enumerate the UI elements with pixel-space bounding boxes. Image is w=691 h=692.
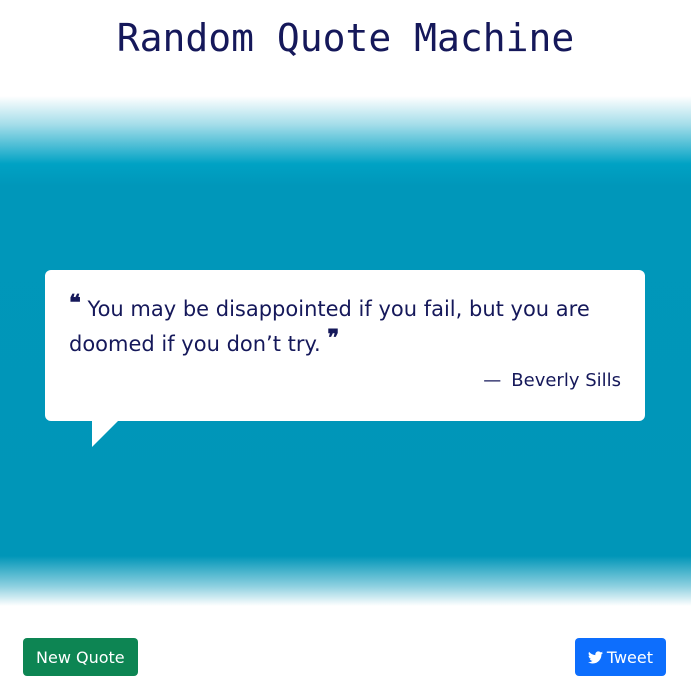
quote-text-block: ❝ You may be disappointed if you fail, b…: [69, 292, 621, 362]
twitter-icon: [587, 650, 603, 663]
author-name: Beverly Sills: [511, 370, 621, 391]
quote-author: — Beverly Sills: [483, 370, 621, 391]
quote-box: ❝ You may be disappointed if you fail, b…: [45, 270, 645, 421]
open-quote-icon: ❝: [69, 290, 81, 316]
new-quote-label: New Quote: [36, 647, 125, 667]
author-dash: —: [483, 370, 502, 391]
close-quote-icon: ❞: [327, 325, 340, 351]
quote-machine-page: Random Quote Machine ❝ You may be disapp…: [0, 0, 691, 692]
tweet-label: Tweet: [606, 647, 653, 667]
speech-bubble-tail: [92, 421, 118, 447]
page-title: Random Quote Machine: [116, 16, 575, 60]
new-quote-button[interactable]: New Quote: [23, 638, 138, 676]
tweet-button[interactable]: Tweet: [574, 638, 666, 676]
